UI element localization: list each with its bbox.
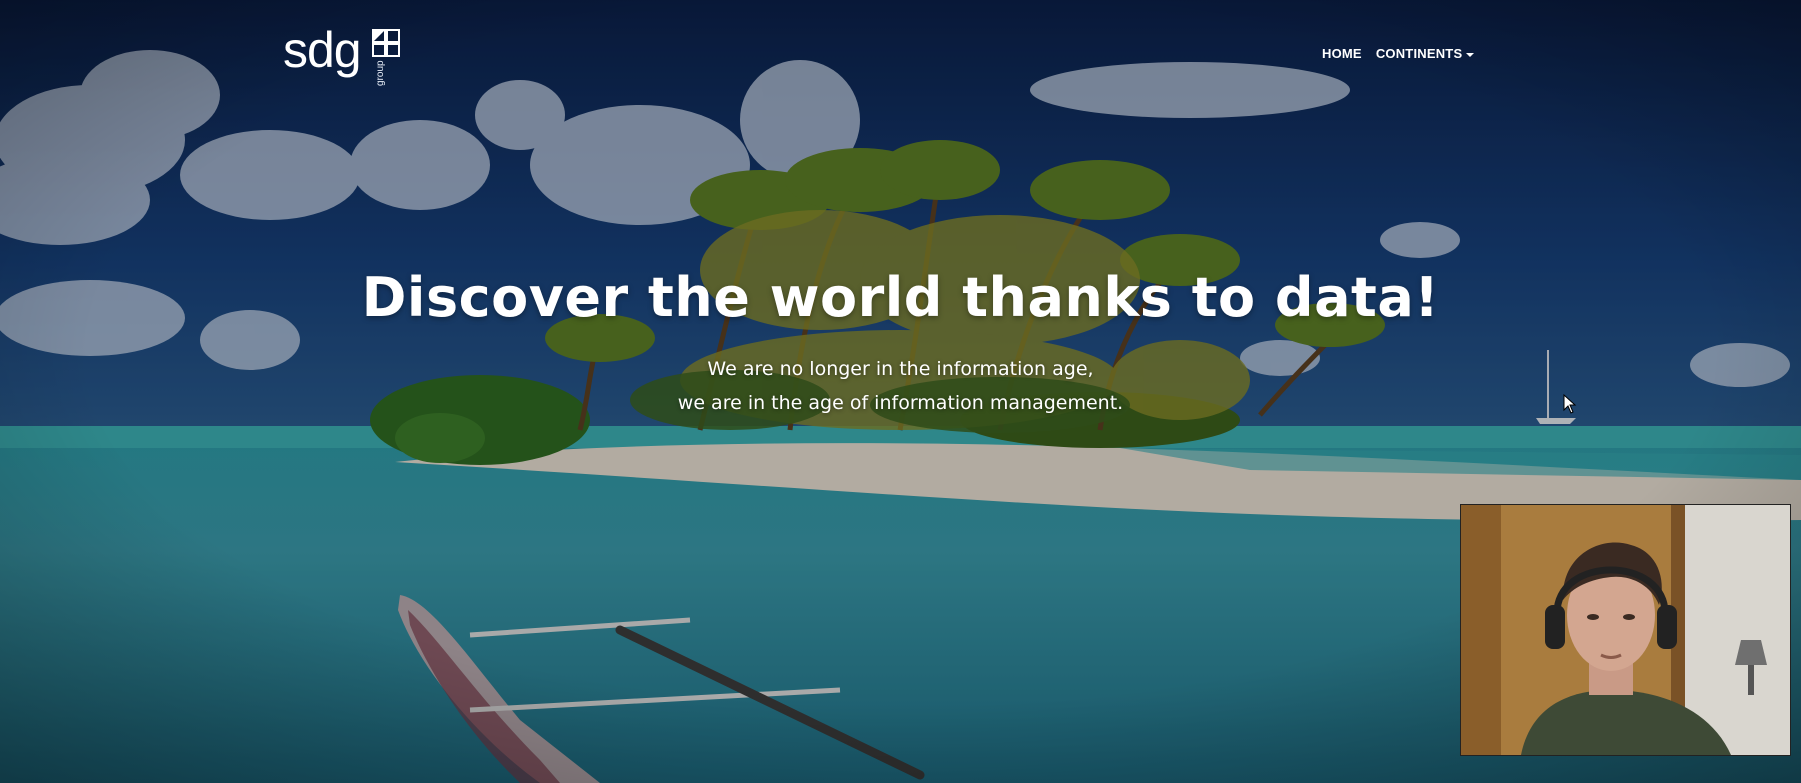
nav-home-link[interactable]: HOME [1322,46,1362,61]
mouse-cursor-icon [1563,394,1577,414]
navbar: sdg group HOME CONTINENTS [0,0,1801,110]
main-nav: HOME CONTINENTS [1322,46,1475,61]
hero-subline-2: we are in the age of information managem… [677,392,1124,414]
webcam-overlay [1460,504,1791,756]
nav-continents-dropdown[interactable]: CONTINENTS [1376,46,1475,61]
logo-grid-icon [372,29,400,57]
brand-logo[interactable]: sdg group [283,22,423,86]
logo-text: sdg [283,22,362,78]
hero-subline-1: We are no longer in the information age, [707,358,1094,380]
webcam-person-image [1461,505,1790,755]
dropdown-caret-icon [1466,52,1475,57]
nav-continents-label: CONTINENTS [1375,46,1463,61]
hero-headline: Discover the world thanks to data! [361,266,1440,329]
logo-subtext: group [375,60,386,86]
